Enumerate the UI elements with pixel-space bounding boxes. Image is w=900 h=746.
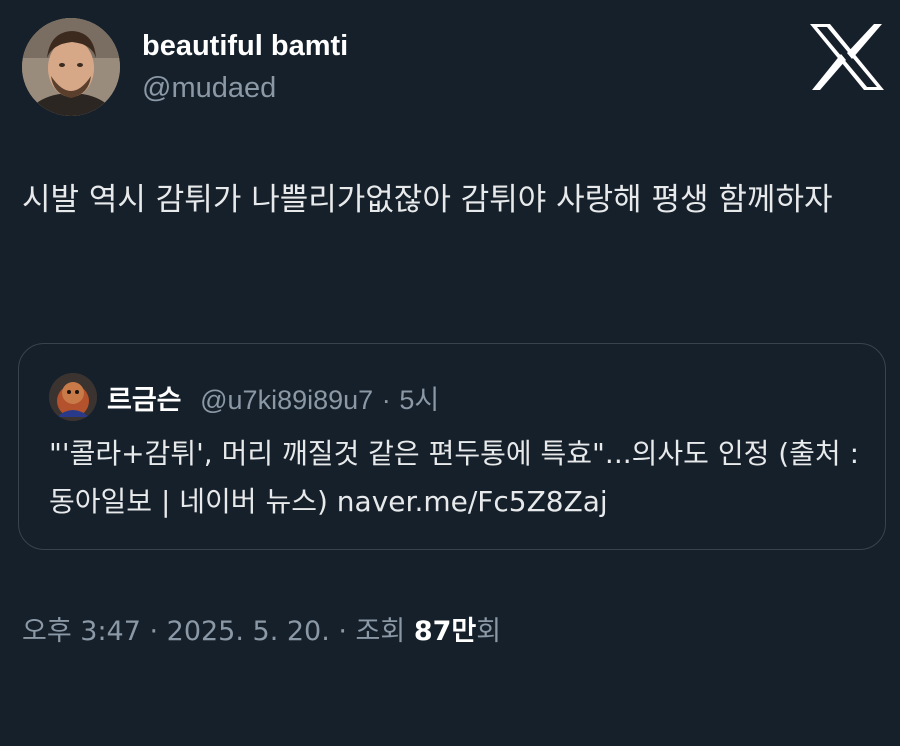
- tweet-text: 시발 역시 감튀가 나쁠리가없잖아 감튀야 사랑해 평생 함께하자: [22, 182, 833, 218]
- timestamp-date[interactable]: 오후 3:47 · 2025. 5. 20. · 조회: [22, 616, 414, 647]
- author-display-name[interactable]: beautiful bamti: [142, 30, 348, 63]
- quote-separator: ·: [381, 385, 391, 415]
- quote-header: 르금슨 @u7ki89i89u7 · 5시: [107, 378, 439, 417]
- quote-text: "'콜라+감튀', 머리 깨질것 같은 편두통에 특효"...의사도 인정 (출…: [49, 437, 860, 518]
- author-avatar[interactable]: [22, 18, 120, 116]
- author-handle[interactable]: @mudaed: [142, 72, 276, 105]
- view-count-suffix: 회: [476, 616, 502, 647]
- view-count: 87만: [413, 616, 477, 647]
- quote-timestamp[interactable]: 5시: [399, 385, 439, 415]
- quote-author-name[interactable]: 르금슨: [107, 385, 182, 416]
- quoted-tweet-card[interactable]: 르금슨 @u7ki89i89u7 · 5시 "'콜라+감튀', 머리 깨질것 같…: [18, 343, 886, 550]
- quote-author-handle[interactable]: @u7ki89i89u7: [200, 385, 373, 415]
- x-logo-icon[interactable]: [808, 22, 886, 92]
- tweet-metadata: 오후 3:47 · 2025. 5. 20. · 조회 87만회: [22, 609, 501, 648]
- profile-photo-icon: [22, 18, 120, 116]
- profile-photo-icon: [49, 373, 97, 421]
- quote-author-avatar[interactable]: [49, 373, 97, 421]
